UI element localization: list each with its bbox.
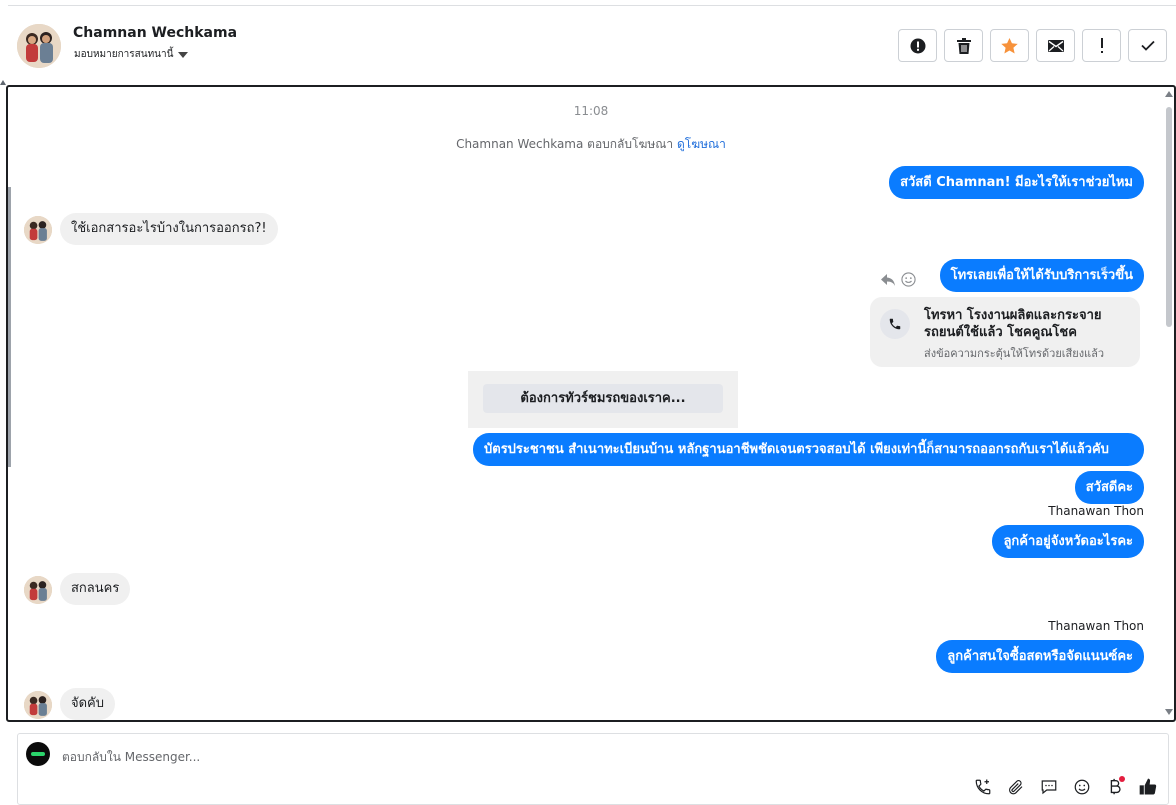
envelope-icon (1047, 39, 1064, 52)
alert-circle-icon (910, 38, 925, 53)
ad-reply-notice: Chamnan Wechkama ตอบกลับโฆษณา ดูโฆษณา (8, 135, 1174, 154)
inbox-conversation-view: Chamnan Wechkama มอบหมายการสนทนานี้ 11:0… (0, 0, 1176, 805)
call-request-button[interactable] (972, 776, 993, 797)
outgoing-message[interactable]: สวัสดี Chamnan! มีอะไรให้เราช่วยไหม (889, 166, 1144, 199)
tour-request-button[interactable]: ต้องการทัวร์ชมรถของเราค... (483, 384, 723, 413)
thumbs-up-icon (1139, 778, 1156, 794)
reply-icon[interactable] (881, 273, 895, 286)
mark-done-button[interactable] (1128, 29, 1167, 62)
phone-icon (880, 309, 910, 339)
contact-name[interactable]: Chamnan Wechkama (73, 25, 237, 41)
message-hover-actions (881, 272, 916, 287)
scroll-up-arrow-icon[interactable] (1165, 91, 1173, 97)
exclamation-icon (1100, 37, 1103, 53)
avatar[interactable] (24, 216, 52, 244)
incoming-message[interactable]: จัดคับ (60, 688, 116, 720)
delete-button[interactable] (944, 29, 983, 62)
mark-spam-button[interactable] (898, 29, 937, 62)
conversation-actions (898, 29, 1167, 62)
outgoing-message[interactable]: ลูกค้าสนใจซื้อสดหรือจัดแนนซ์คะ (936, 640, 1144, 673)
sender-name: Thanawan Thon (1048, 619, 1144, 633)
mark-unread-button[interactable] (1036, 29, 1075, 62)
like-button[interactable] (1137, 776, 1158, 797)
conversation-header: Chamnan Wechkama มอบหมายการสนทนานี้ (0, 6, 1176, 84)
message-thread[interactable]: 11:08 Chamnan Wechkama ตอบกลับโฆษณา ดูโฆ… (6, 85, 1176, 722)
saved-replies-button[interactable] (1038, 776, 1059, 797)
call-request-card[interactable]: โทรหา โรงงานผลิตและกระจายรถยนต์ใช้แล้ว โ… (870, 297, 1140, 367)
composer-toolbar (972, 776, 1158, 797)
incoming-message[interactable]: ใช้เอกสารอะไรบ้างในการออกรถ?! (60, 213, 278, 245)
incoming-message[interactable]: สกลนคร (60, 573, 131, 605)
follow-up-button[interactable] (1082, 29, 1121, 62)
ad-reply-text: Chamnan Wechkama ตอบกลับโฆษณา (456, 137, 674, 151)
avatar[interactable] (24, 576, 52, 604)
notification-dot (1119, 776, 1125, 782)
outgoing-message[interactable]: ลูกค้าอยู่จังหวัดอะไรคะ (992, 525, 1144, 558)
view-ad-link[interactable]: ดูโฆษณา (677, 137, 726, 151)
avatar[interactable] (24, 691, 52, 719)
emoji-button[interactable] (1071, 776, 1092, 797)
caret-down-icon (178, 52, 189, 58)
call-card-title: โทรหา โรงงานผลิตและกระจายรถยนต์ใช้แล้ว โ… (924, 308, 1102, 340)
left-scrollbar[interactable] (8, 187, 11, 467)
trash-icon (956, 37, 971, 54)
payment-button[interactable] (1104, 776, 1125, 797)
assign-conversation-dropdown[interactable]: มอบหมายการสนทนานี้ (74, 47, 189, 62)
attach-button[interactable] (1005, 776, 1026, 797)
scroll-down-arrow-icon[interactable] (1165, 709, 1173, 715)
check-icon (1140, 40, 1155, 51)
message-timestamp: 11:08 (573, 104, 609, 118)
star-button[interactable] (990, 29, 1029, 62)
reply-input[interactable]: ตอบกลับใน Messenger... (62, 748, 200, 767)
chat-icon (1041, 779, 1056, 794)
outgoing-message[interactable]: โทรเลยเพื่อให้ได้รับบริการเร็วขึ้น (939, 259, 1144, 292)
phone-plus-icon (975, 779, 990, 794)
call-card-subtitle: ส่งข้อความกระตุ้นให้โทรด้วยเสียงแล้ว (924, 347, 1105, 360)
avatar[interactable] (17, 24, 61, 68)
emoji-icon (1074, 779, 1089, 794)
sender-name: Thanawan Thon (1048, 504, 1144, 518)
outgoing-message[interactable]: สวัสดีคะ (1074, 471, 1144, 504)
paperclip-icon (1008, 779, 1022, 794)
page-avatar (26, 742, 50, 766)
assign-label: มอบหมายการสนทนานี้ (74, 49, 174, 60)
thread-scrollbar[interactable] (1164, 91, 1174, 715)
outgoing-message[interactable]: บัตรประชาชน สำเนาทะเบียนบ้าน หลักฐานอาชี… (473, 433, 1144, 466)
emoji-react-icon[interactable] (901, 272, 916, 287)
message-composer[interactable]: ตอบกลับใน Messenger... (17, 733, 1169, 805)
quick-reply-card: ต้องการทัวร์ชมรถของเราค... (468, 371, 738, 428)
star-icon (1001, 37, 1018, 54)
